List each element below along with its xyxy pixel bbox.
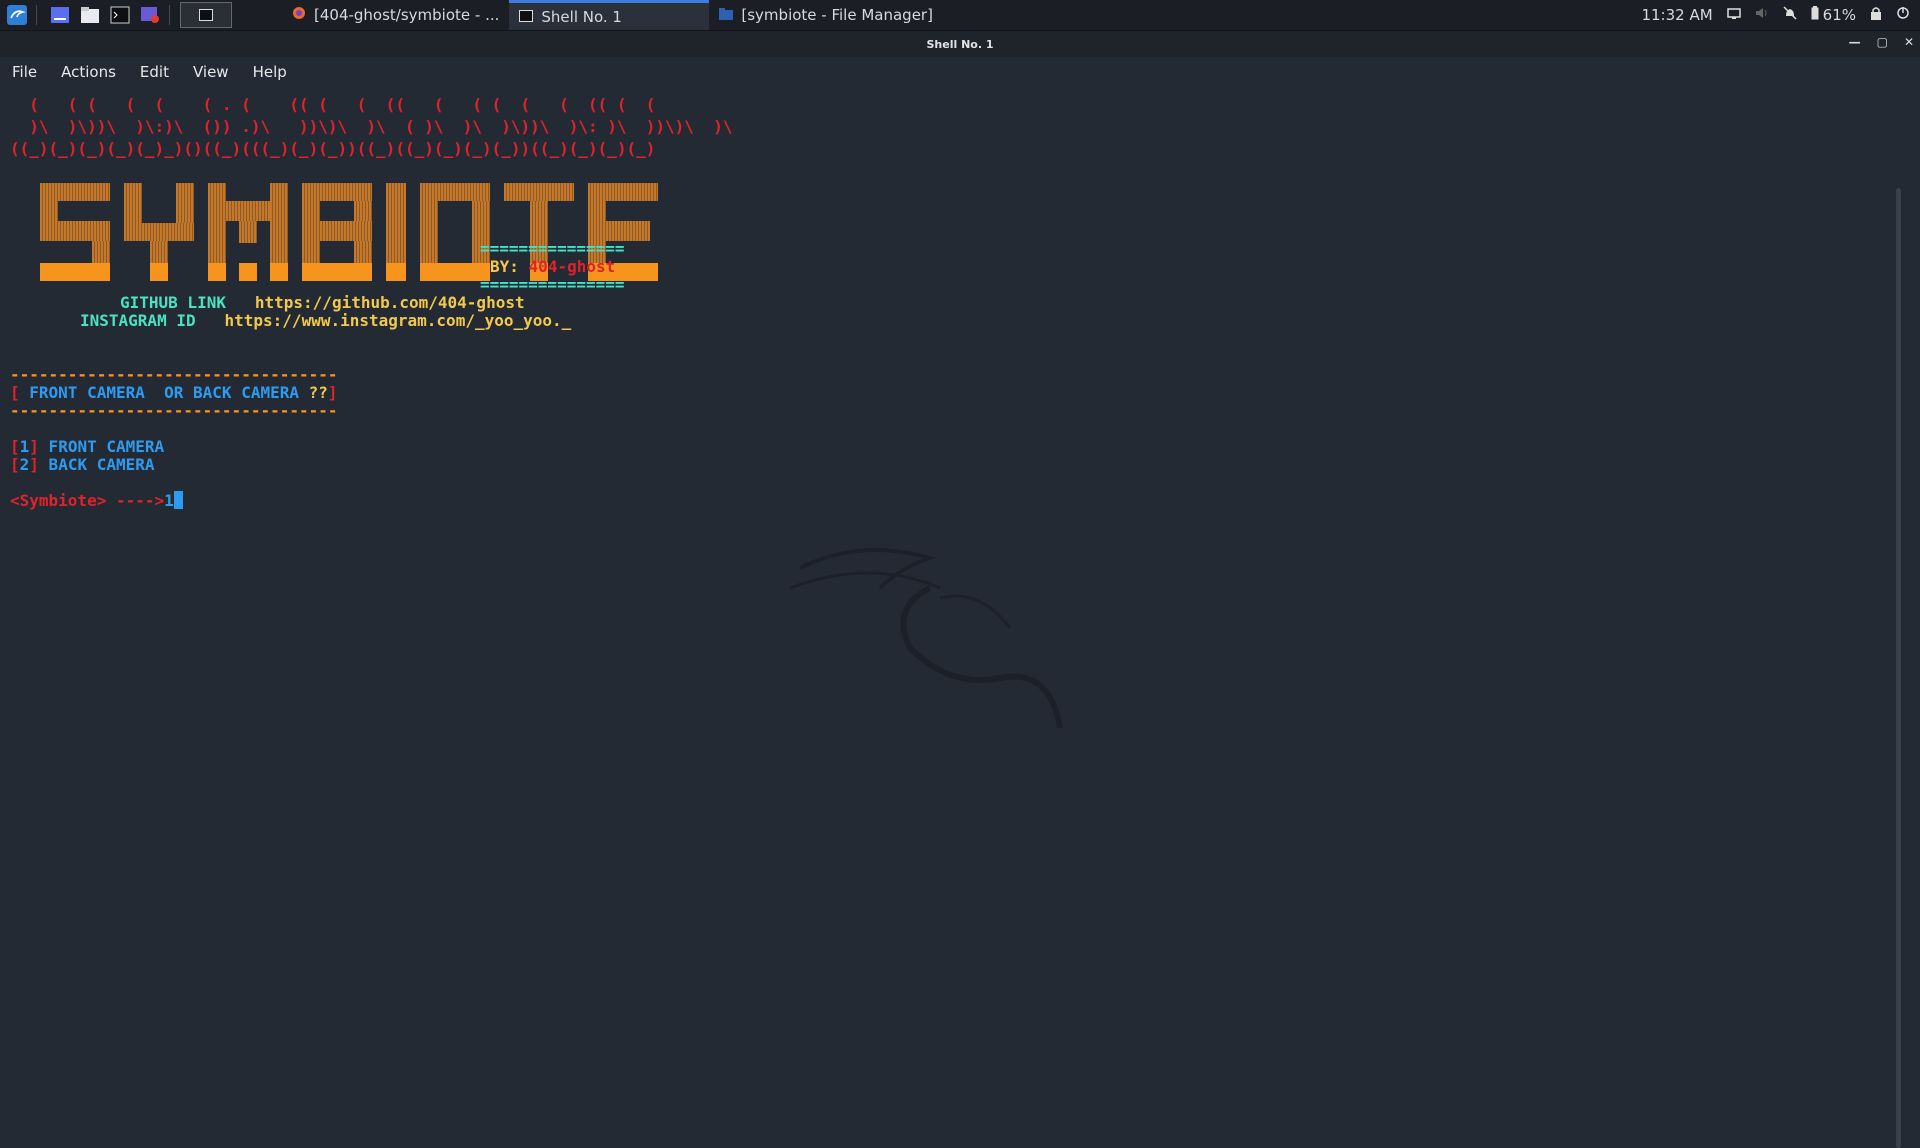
ascii-flames-2: )\ )\))\ )\:)\ ()) .)\ ))\)\ )\ ( )\ )\ … <box>10 117 733 136</box>
battery-icon <box>1811 6 1819 24</box>
menu-help[interactable]: Help <box>241 63 299 81</box>
menu-edit[interactable]: Edit <box>128 63 181 81</box>
notifications-off-icon[interactable] <box>1783 6 1797 24</box>
window-title: Shell No. 1 <box>926 37 994 51</box>
lock-icon[interactable] <box>1870 6 1882 24</box>
option-label: BACK CAMERA <box>38 455 155 474</box>
system-tray: 11:32 AM 61% <box>1641 6 1920 24</box>
folder-icon <box>719 6 734 24</box>
browser-launcher-icon[interactable] <box>137 2 163 28</box>
terminal-area[interactable]: ( ( ( ( ( ( . ( (( ( ( (( ( ( ( ( ( (( (… <box>0 88 1905 1148</box>
firefox-icon <box>292 6 306 24</box>
prompt-text: <Symbiote> ----> <box>10 491 165 510</box>
separator <box>36 5 37 25</box>
menu-file[interactable]: File <box>0 63 49 81</box>
battery-percent: 61% <box>1822 6 1856 24</box>
logout-icon[interactable] <box>1896 6 1910 24</box>
kali-dragon-watermark <box>789 548 1063 729</box>
show-desktop-icon[interactable] <box>47 2 73 28</box>
scrollbar[interactable] <box>1896 188 1901 1148</box>
ascii-flames-3: ((_)(_)(_)(_)(_)_)()((_)(((_)(_)(_))((_)… <box>10 139 656 158</box>
option-back-camera: [2] BACK CAMERA <box>10 455 155 474</box>
terminal-icon <box>519 8 534 26</box>
task-shell[interactable]: Shell No. 1 <box>509 0 710 30</box>
display-icon[interactable] <box>1726 6 1741 24</box>
instagram-line: INSTAGRAM ID https://www.instagram.com/_… <box>80 310 571 332</box>
file-manager-icon[interactable] <box>77 2 103 28</box>
dash-separator-bottom: ---------------------------------- <box>10 401 338 420</box>
maximize-icon[interactable]: ▢ <box>1877 35 1888 49</box>
ascii-flames-1: ( ( ( ( ( ( . ( (( ( ( (( ( ( ( ( ( (( (… <box>10 95 656 114</box>
prompt-line[interactable]: <Symbiote> ---->1 <box>10 490 183 512</box>
instagram-label: INSTAGRAM ID <box>80 311 196 330</box>
task-firefox[interactable]: [404-ghost/symbiote - ... <box>282 0 509 30</box>
terminal-launcher-icon[interactable] <box>107 2 133 28</box>
separator <box>169 5 170 25</box>
volume-muted-icon[interactable] <box>1755 6 1769 24</box>
task-label: [symbiote - File Manager] <box>741 6 933 24</box>
text-cursor <box>173 491 183 509</box>
prompt-input[interactable]: 1 <box>164 491 174 510</box>
task-label: Shell No. 1 <box>541 7 622 26</box>
menu-view[interactable]: View <box>181 63 241 81</box>
menu-bar: File Actions Edit View Help <box>0 57 1920 87</box>
menu-actions[interactable]: Actions <box>49 63 128 81</box>
instagram-url: https://www.instagram.com/_yoo_yoo._ <box>224 311 572 330</box>
clock[interactable]: 11:32 AM <box>1641 6 1712 24</box>
workspace-switcher[interactable] <box>180 2 232 28</box>
battery-indicator[interactable]: 61% <box>1811 6 1856 24</box>
close-icon[interactable]: ✕ <box>1904 35 1914 49</box>
option-number: 2 <box>19 455 30 474</box>
minimize-icon[interactable]: — <box>1849 35 1861 49</box>
task-label: [404-ghost/symbiote - ... <box>314 6 500 24</box>
window-titlebar: Shell No. 1 — ▢ ✕ <box>0 31 1920 57</box>
taskbar: [404-ghost/symbiote - ... Shell No. 1 [s… <box>0 0 1920 31</box>
task-file-manager[interactable]: [symbiote - File Manager] <box>709 0 943 30</box>
kali-menu-icon[interactable] <box>4 2 30 28</box>
